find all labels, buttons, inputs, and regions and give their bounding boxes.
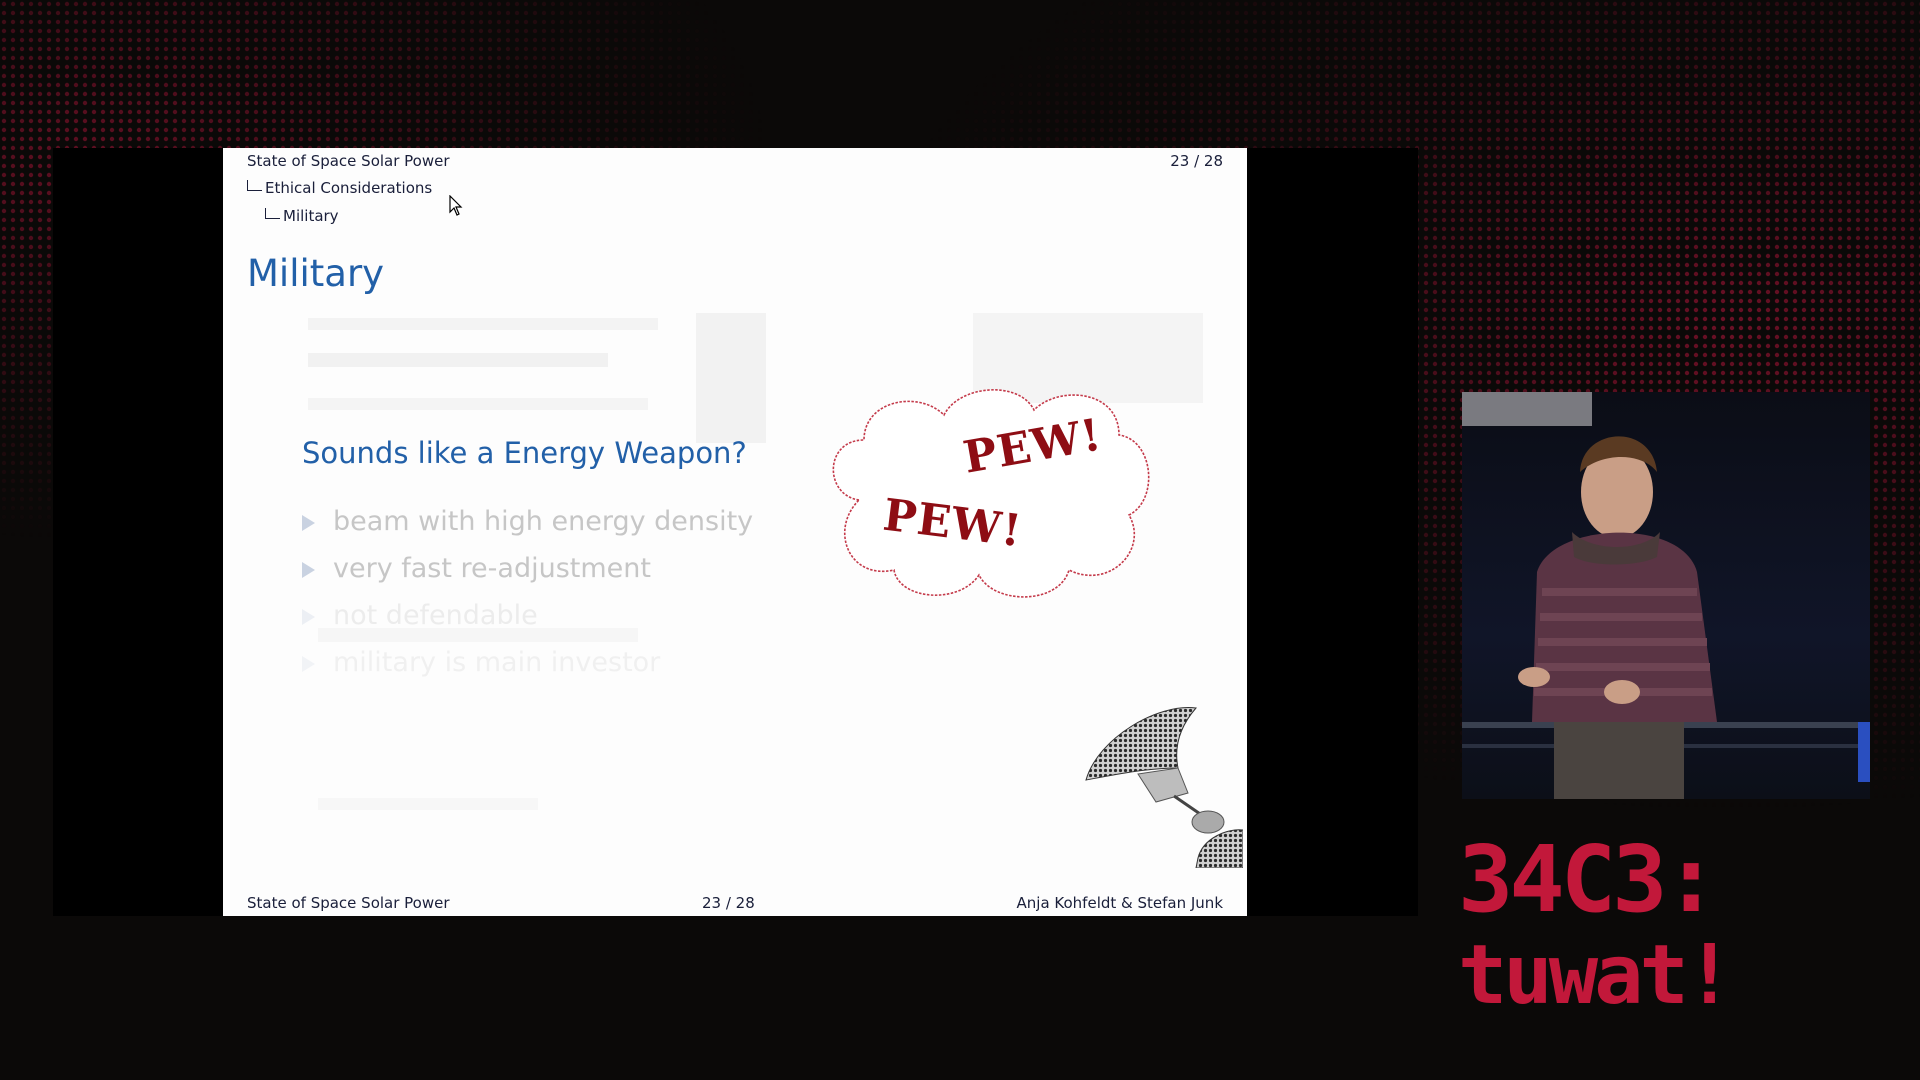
bullet-item: not defendable xyxy=(302,592,753,639)
bullet-triangle-icon xyxy=(302,515,315,531)
bullet-text: not defendable xyxy=(333,600,538,631)
slide-title: Military xyxy=(247,252,385,295)
tree-connector xyxy=(247,180,262,191)
bullet-item: very fast re-adjustment xyxy=(302,545,753,592)
speaker-video-feed xyxy=(1462,392,1870,799)
header-subsection-label: Military xyxy=(283,207,339,225)
event-logo-line1: 34C3: xyxy=(1458,833,1715,933)
speech-cloud-image xyxy=(832,389,1150,598)
bullet-text: beam with high energy density xyxy=(333,506,754,537)
event-logo-line2: tuwat! xyxy=(1458,928,1730,1011)
satellite-dish-icon xyxy=(1085,707,1243,868)
speaker-image xyxy=(1462,392,1870,799)
header-title: State of Space Solar Power xyxy=(247,152,450,170)
bullet-triangle-icon xyxy=(302,656,315,672)
header-subsection: Military xyxy=(265,207,339,225)
header-section-label: Ethical Considerations xyxy=(265,179,433,197)
header-section: Ethical Considerations xyxy=(247,179,432,197)
footer-title: State of Space Solar Power xyxy=(247,894,450,912)
tree-connector xyxy=(265,208,280,219)
footer-authors: Anja Kohfeldt & Stefan Junk xyxy=(1016,894,1223,912)
mouse-cursor-icon xyxy=(449,195,463,216)
bullet-triangle-icon xyxy=(302,609,315,625)
bullet-text: military is main investor xyxy=(333,647,661,678)
slide-question: Sounds like a Energy Weapon? xyxy=(302,436,747,470)
bullet-item: beam with high energy density xyxy=(302,498,754,545)
presentation-slide: State of Space Solar Power Ethical Consi… xyxy=(223,148,1247,916)
footer-page-number: 23 / 28 xyxy=(702,894,755,912)
bullet-list: beam with high energy density very fast … xyxy=(302,498,754,686)
event-logo: 34C3: tuwat! xyxy=(1458,833,1734,1011)
bullet-text: very fast re-adjustment xyxy=(333,553,651,584)
bullet-triangle-icon xyxy=(302,562,315,578)
header-page-number: 23 / 28 xyxy=(1170,152,1223,170)
bullet-item: military is main investor xyxy=(302,639,753,686)
